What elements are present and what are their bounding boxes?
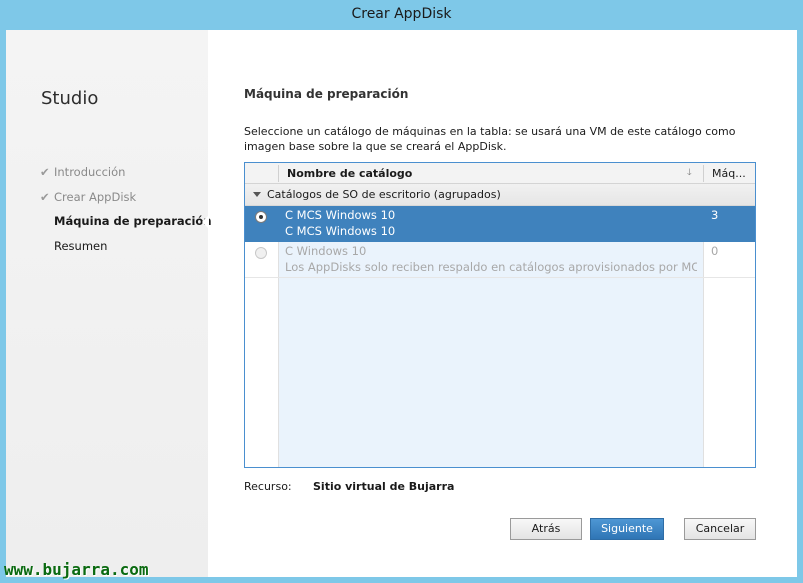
resource-value: Sitio virtual de Bujarra <box>313 480 455 493</box>
group-label: Catálogos de SO de escritorio (agrupados… <box>267 188 501 201</box>
step-introduccion[interactable]: ✔ Introducción <box>40 162 212 187</box>
next-button[interactable]: Siguiente <box>590 518 664 540</box>
dialog-window: Studio ✔ Introducción ✔ Crear AppDisk Máqu… <box>6 30 797 577</box>
column-divider <box>703 165 704 182</box>
step-crear-appdisk[interactable]: ✔ Crear AppDisk <box>40 187 212 212</box>
catalog-detail: Los AppDisks solo reciben respaldo en ca… <box>285 260 697 274</box>
catalog-table: Nombre de catálogo 🡓 Máq... Catálogos de… <box>244 162 756 468</box>
window-titlebar: Crear AppDisk <box>0 0 803 30</box>
column-header-machines[interactable]: Máq... <box>712 163 746 184</box>
watermark: www.bujarra.com <box>4 560 149 579</box>
active-step-pointer <box>202 215 209 229</box>
machine-count: 0 <box>711 244 719 258</box>
step-maquina-preparacion: Máquina de preparación <box>40 211 212 236</box>
catalog-name: C MCS Windows 10 <box>285 208 396 222</box>
table-row: C Windows 10 Los AppDisks solo reciben r… <box>245 242 755 278</box>
step-label: Crear AppDisk <box>54 189 137 204</box>
sidebar-title: Studio <box>41 88 99 109</box>
window-title: Crear AppDisk <box>351 6 452 22</box>
column-header-catalog-name[interactable]: Nombre de catálogo <box>287 163 412 184</box>
cancel-button[interactable]: Cancelar <box>684 518 756 540</box>
resource-label: Recurso: <box>244 480 292 493</box>
collapse-arrow-icon[interactable] <box>253 192 261 197</box>
catalog-detail: C MCS Windows 10 <box>285 224 396 238</box>
row-radio-button[interactable] <box>255 211 267 223</box>
machine-count: 3 <box>711 208 719 222</box>
step-resumen: Resumen <box>40 236 212 261</box>
column-divider <box>278 165 279 182</box>
sort-descending-icon[interactable]: 🡓 <box>687 167 697 179</box>
step-label: Resumen <box>54 238 108 253</box>
page-description: Seleccione un catálogo de máquinas en la… <box>244 125 736 153</box>
back-button[interactable]: Atrás <box>510 518 582 540</box>
check-icon: ✔ <box>40 165 50 179</box>
radio-selected-dot <box>259 215 263 219</box>
table-row[interactable]: C MCS Windows 10 C MCS Windows 10 3 <box>245 206 755 242</box>
catalog-name: C Windows 10 <box>285 244 367 258</box>
wizard-sidebar: Studio ✔ Introducción ✔ Crear AppDisk Máqu… <box>6 30 212 577</box>
step-label: Máquina de preparación <box>54 214 212 228</box>
check-icon: ✔ <box>40 189 50 204</box>
wizard-steps: ✔ Introducción ✔ Crear AppDisk Máquina de … <box>40 162 212 260</box>
step-label: Introducción <box>54 165 126 179</box>
row-radio-button <box>255 247 267 259</box>
page-title: Máquina de preparación <box>244 87 409 101</box>
wizard-content: Máquina de preparación Seleccione un cat… <box>244 30 764 577</box>
table-header: Nombre de catálogo 🡓 Máq... <box>245 163 755 184</box>
table-group-row[interactable]: Catálogos de SO de escritorio (agrupados… <box>245 184 755 206</box>
